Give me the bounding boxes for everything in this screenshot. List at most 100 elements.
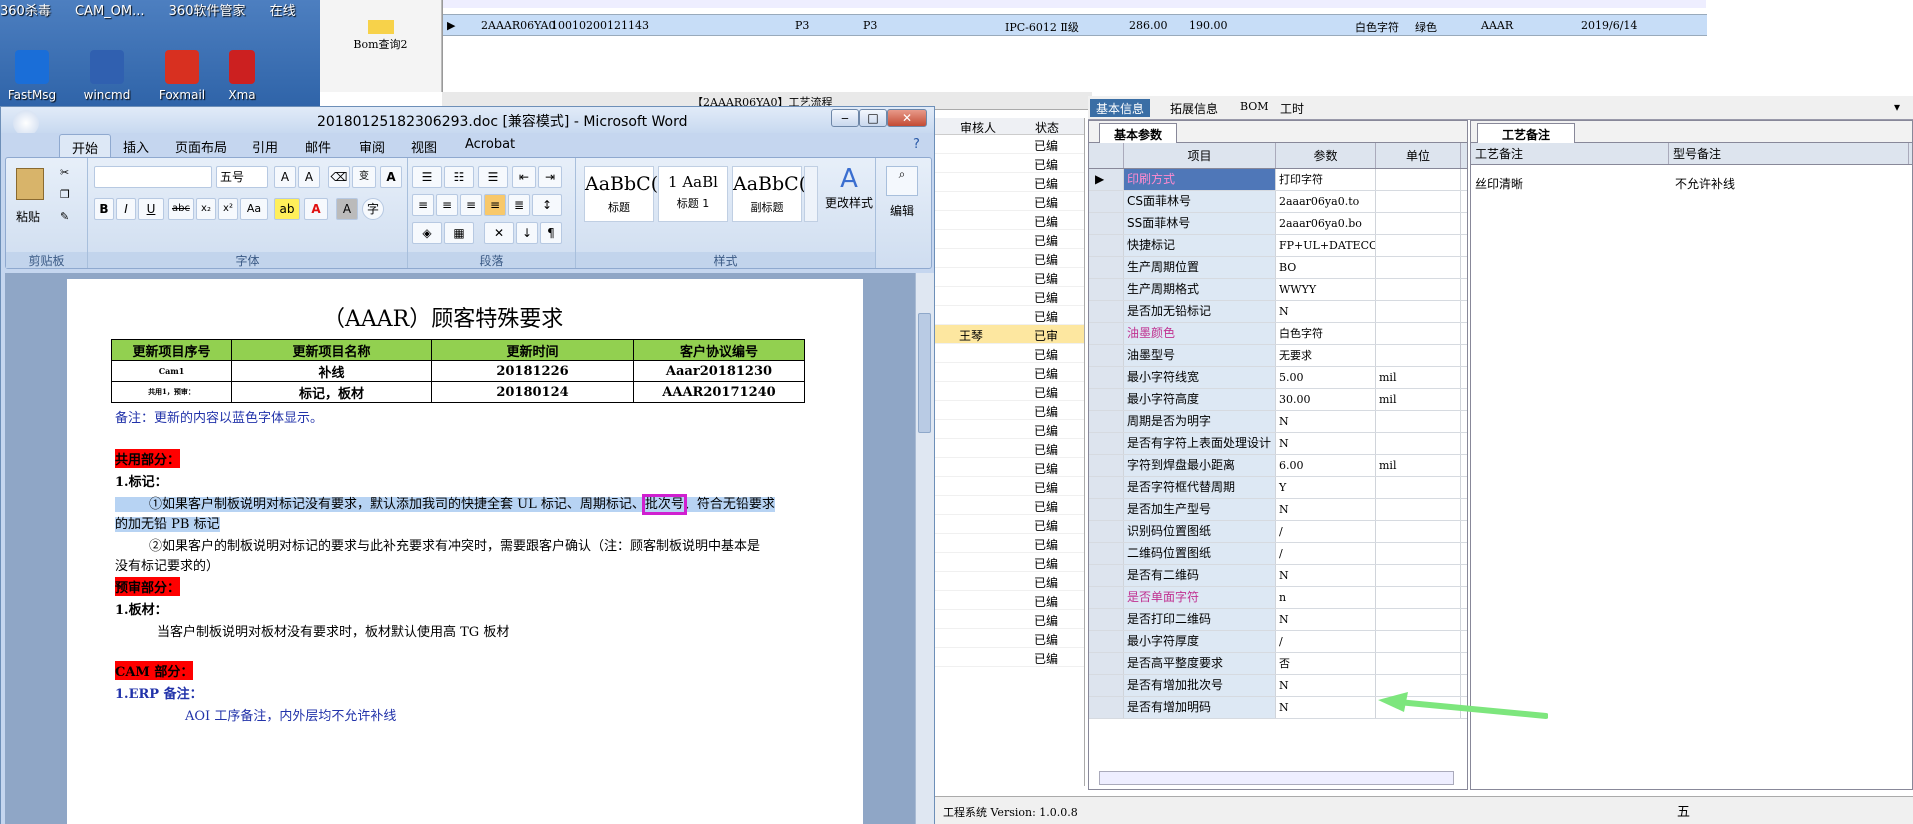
tab-extended-info[interactable]: 拓展信息 [1164, 99, 1224, 117]
tab-review[interactable]: 审阅 [359, 137, 385, 156]
param-row[interactable]: 字符到焊盘最小距离 6.00 mil [1089, 455, 1467, 477]
justify-button[interactable]: ≡ [484, 194, 506, 216]
param-row[interactable]: 是否加生产型号 N [1089, 499, 1467, 521]
param-row[interactable]: 油墨颜色 白色字符 [1089, 323, 1467, 345]
fastmsg-desktop-icon[interactable]: FastMsg [0, 50, 64, 102]
close-button[interactable]: ✕ [887, 109, 927, 127]
list-item[interactable]: 已编 [935, 173, 1084, 192]
subscript-button[interactable]: x₂ [196, 198, 216, 220]
minimize-button[interactable]: ‒ [831, 109, 859, 127]
tab-home[interactable]: 开始 [59, 134, 112, 157]
help-icon[interactable]: ? [913, 137, 920, 152]
table-row[interactable]: ▶ 2AAAR06YA0 10010200121143 P3 P3 IPC-60… [443, 14, 1707, 36]
list-item[interactable]: 已编 [935, 515, 1084, 534]
sort-button[interactable]: ↓ [516, 222, 538, 244]
tab-view[interactable]: 视图 [411, 137, 437, 156]
param-row[interactable]: 周期是否为明字 N [1089, 411, 1467, 433]
shading-button[interactable]: ◈ [412, 222, 442, 244]
param-row[interactable]: 生产周期格式 WWYY [1089, 279, 1467, 301]
list-item[interactable]: 已编 [935, 230, 1084, 249]
list-item[interactable]: 已编 [935, 211, 1084, 230]
tab-work-hours[interactable]: 工时 [1274, 99, 1310, 117]
list-item[interactable]: 已编 [935, 154, 1084, 173]
change-case-button[interactable]: Aa [240, 198, 268, 220]
strikethrough-button[interactable]: abc [168, 198, 194, 220]
shrink-font-button[interactable]: A [298, 166, 320, 188]
tab-acrobat[interactable]: Acrobat [465, 137, 515, 152]
list-item[interactable]: 已编 [935, 249, 1084, 268]
copy-icon[interactable]: ❐ [60, 188, 70, 201]
multilevel-list-button[interactable]: ☰ [478, 166, 508, 188]
xma-desktop-icon[interactable]: Xma [222, 50, 262, 102]
list-item[interactable]: 已编 [935, 268, 1084, 287]
list-item[interactable]: 已编 [935, 458, 1084, 477]
param-row[interactable]: 生产周期位置 BO [1089, 257, 1467, 279]
format-painter-icon[interactable]: ✎ [60, 210, 69, 223]
paste-icon[interactable] [16, 168, 44, 200]
list-item[interactable]: 已编 [935, 648, 1084, 667]
param-row[interactable]: 识别码位置图纸 / [1089, 521, 1467, 543]
highlight-button[interactable]: ab [274, 198, 300, 220]
font-color-button[interactable]: A [304, 198, 328, 220]
list-item[interactable]: 已编 [935, 420, 1084, 439]
underline-button[interactable]: U [138, 198, 164, 220]
chinese-layout-button[interactable]: ✕ [484, 222, 514, 244]
increase-indent-button[interactable]: ⇥ [538, 166, 562, 188]
style-heading-1[interactable]: 1 AaBl 标题 1 [658, 166, 728, 222]
list-item[interactable]: 已编 [935, 572, 1084, 591]
find-icon[interactable]: ⌕ [886, 166, 918, 196]
bold-button[interactable]: B [94, 198, 114, 220]
tab-insert[interactable]: 插入 [123, 137, 149, 156]
horizontal-scrollbar[interactable] [1099, 771, 1454, 785]
align-center-button[interactable]: ≡ [436, 194, 458, 216]
param-row[interactable]: 是否打印二维码 N [1089, 609, 1467, 631]
superscript-button[interactable]: x² [218, 198, 238, 220]
char-shading-button[interactable]: A [336, 198, 358, 220]
list-item[interactable]: 已编 [935, 629, 1084, 648]
styles-scroll[interactable] [804, 166, 818, 222]
param-row[interactable]: 是否加无铅标记 N [1089, 301, 1467, 323]
grow-font-button[interactable]: A [274, 166, 296, 188]
list-item[interactable]: 已编 [935, 496, 1084, 515]
list-item[interactable]: 王琴 已审 [935, 325, 1084, 344]
bom-query-tab[interactable]: Bom查询2 [320, 0, 442, 92]
list-item[interactable]: 已编 [935, 382, 1084, 401]
dropdown-icon[interactable]: ▾ [1888, 99, 1906, 117]
tab-references[interactable]: 引用 [252, 137, 278, 156]
param-row[interactable]: CS面菲林号 2aaar06ya0.to [1089, 191, 1467, 213]
list-item[interactable]: 已编 [935, 287, 1084, 306]
desktop-label[interactable]: 360杀毒 [0, 0, 51, 19]
param-row[interactable]: 是否有字符上表面处理设计 N [1089, 433, 1467, 455]
param-row[interactable]: 二维码位置图纸 / [1089, 543, 1467, 565]
list-item[interactable]: 已编 [935, 591, 1084, 610]
param-row[interactable]: 是否字符框代替周期 Y [1089, 477, 1467, 499]
param-row[interactable]: 最小字符线宽 5.00 mil [1089, 367, 1467, 389]
clear-format-button[interactable]: ⌫ [328, 166, 350, 188]
show-marks-button[interactable]: ¶ [540, 222, 562, 244]
list-item[interactable]: 已编 [935, 534, 1084, 553]
param-row[interactable]: 最小字符厚度 / [1089, 631, 1467, 653]
distributed-button[interactable]: ≣ [508, 194, 530, 216]
numbering-button[interactable]: ☷ [444, 166, 474, 188]
tab-bom[interactable]: BOM [1234, 99, 1275, 117]
list-item[interactable]: 已编 [935, 135, 1084, 154]
param-row[interactable]: SS面菲林号 2aaar06ya0.bo [1089, 213, 1467, 235]
list-item[interactable]: 已编 [935, 192, 1084, 211]
list-item[interactable]: 已编 [935, 401, 1084, 420]
desktop-label[interactable]: CAM_OM... [75, 4, 145, 19]
align-left-button[interactable]: ≡ [412, 194, 434, 216]
font-size-input[interactable]: 五号 [216, 166, 268, 188]
vertical-scrollbar[interactable] [915, 273, 934, 824]
italic-button[interactable]: I [116, 198, 136, 220]
list-item[interactable]: 已编 [935, 344, 1084, 363]
param-row[interactable]: ▶ 印刷方式 打印字符 [1089, 169, 1467, 191]
bullets-button[interactable]: ☰ [412, 166, 442, 188]
line-spacing-button[interactable]: ↕ [532, 194, 562, 216]
edit-button[interactable]: 编辑 [890, 202, 914, 219]
param-row[interactable]: 是否单面字符 n [1089, 587, 1467, 609]
desktop-label[interactable]: 在线 [270, 0, 296, 19]
decrease-indent-button[interactable]: ⇤ [512, 166, 536, 188]
list-item[interactable]: 已编 [935, 477, 1084, 496]
style-subtitle[interactable]: AaBbC(副标题 [732, 166, 806, 222]
font-name-input[interactable] [94, 166, 212, 188]
